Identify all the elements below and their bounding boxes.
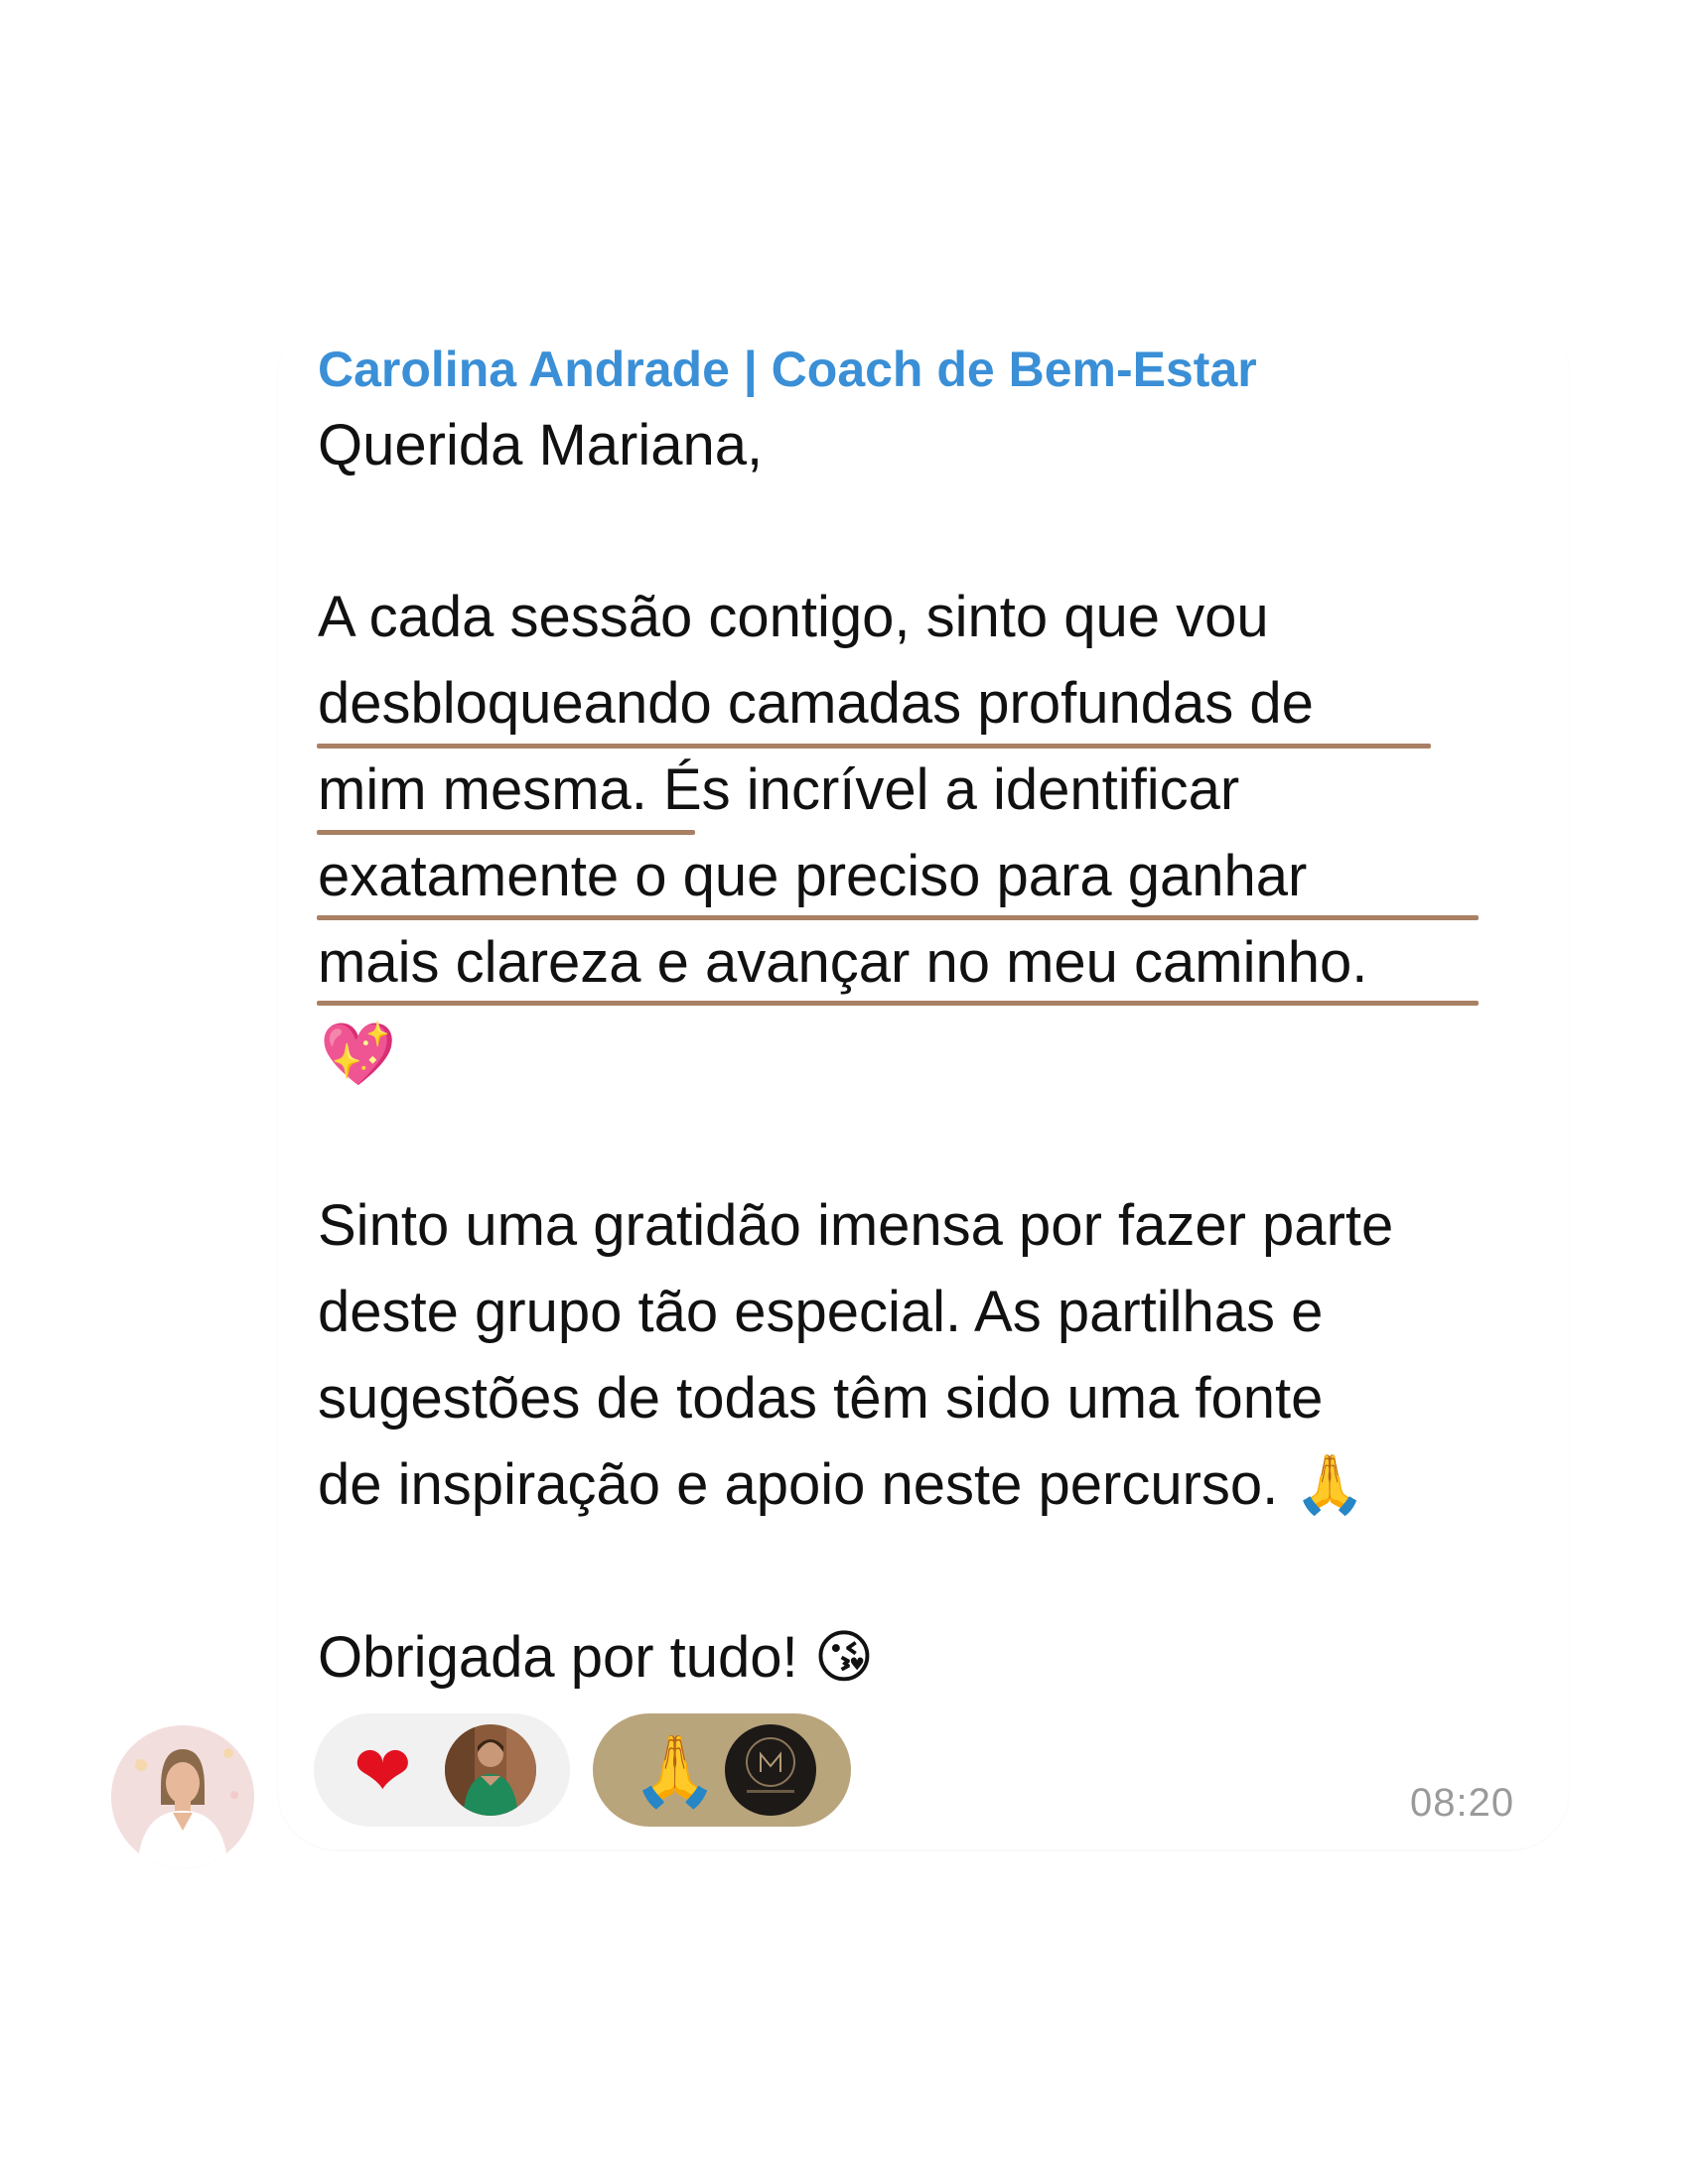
message-line: deste grupo tão especial. As partilhas e <box>318 1280 1324 1344</box>
heart-icon: ❤ <box>353 1730 412 1812</box>
highlight-underline <box>317 915 1479 920</box>
message-closing: Obrigada por tudo! 😘 <box>318 1625 875 1690</box>
message-line: mim mesma. És incrível a identificar <box>318 757 1240 822</box>
message-line: exatamente o que preciso para ganhar <box>318 844 1308 908</box>
sender-avatar[interactable] <box>111 1725 254 1868</box>
message-greeting: Querida Mariana, <box>318 413 764 478</box>
highlight-underline <box>317 744 1431 749</box>
highlight-underline <box>317 1001 1479 1006</box>
sparkling-heart-icon: 💖 <box>320 1018 397 1090</box>
reactor-avatar[interactable] <box>445 1724 536 1816</box>
reactor-avatar[interactable] <box>725 1724 816 1816</box>
message-line: de inspiração e apoio neste percurso. 🙏 <box>318 1452 1366 1517</box>
message-line: mais clareza e avançar no meu caminho. <box>318 930 1368 995</box>
sender-name[interactable]: Carolina Andrade | Coach de Bem-Estar <box>318 340 1257 399</box>
message-line: desbloqueando camadas profundas de <box>318 671 1314 736</box>
praying-hands-icon: 🙏 <box>632 1730 719 1812</box>
message-timestamp: 08:20 <box>1410 1781 1515 1825</box>
highlight-underline <box>317 830 695 835</box>
message-line: sugestões de todas têm sido uma fonte <box>318 1366 1324 1431</box>
message-line: Sinto uma gratidão imensa por fazer part… <box>318 1193 1394 1258</box>
message-line: A cada sessão contigo, sinto que vou <box>318 585 1269 649</box>
